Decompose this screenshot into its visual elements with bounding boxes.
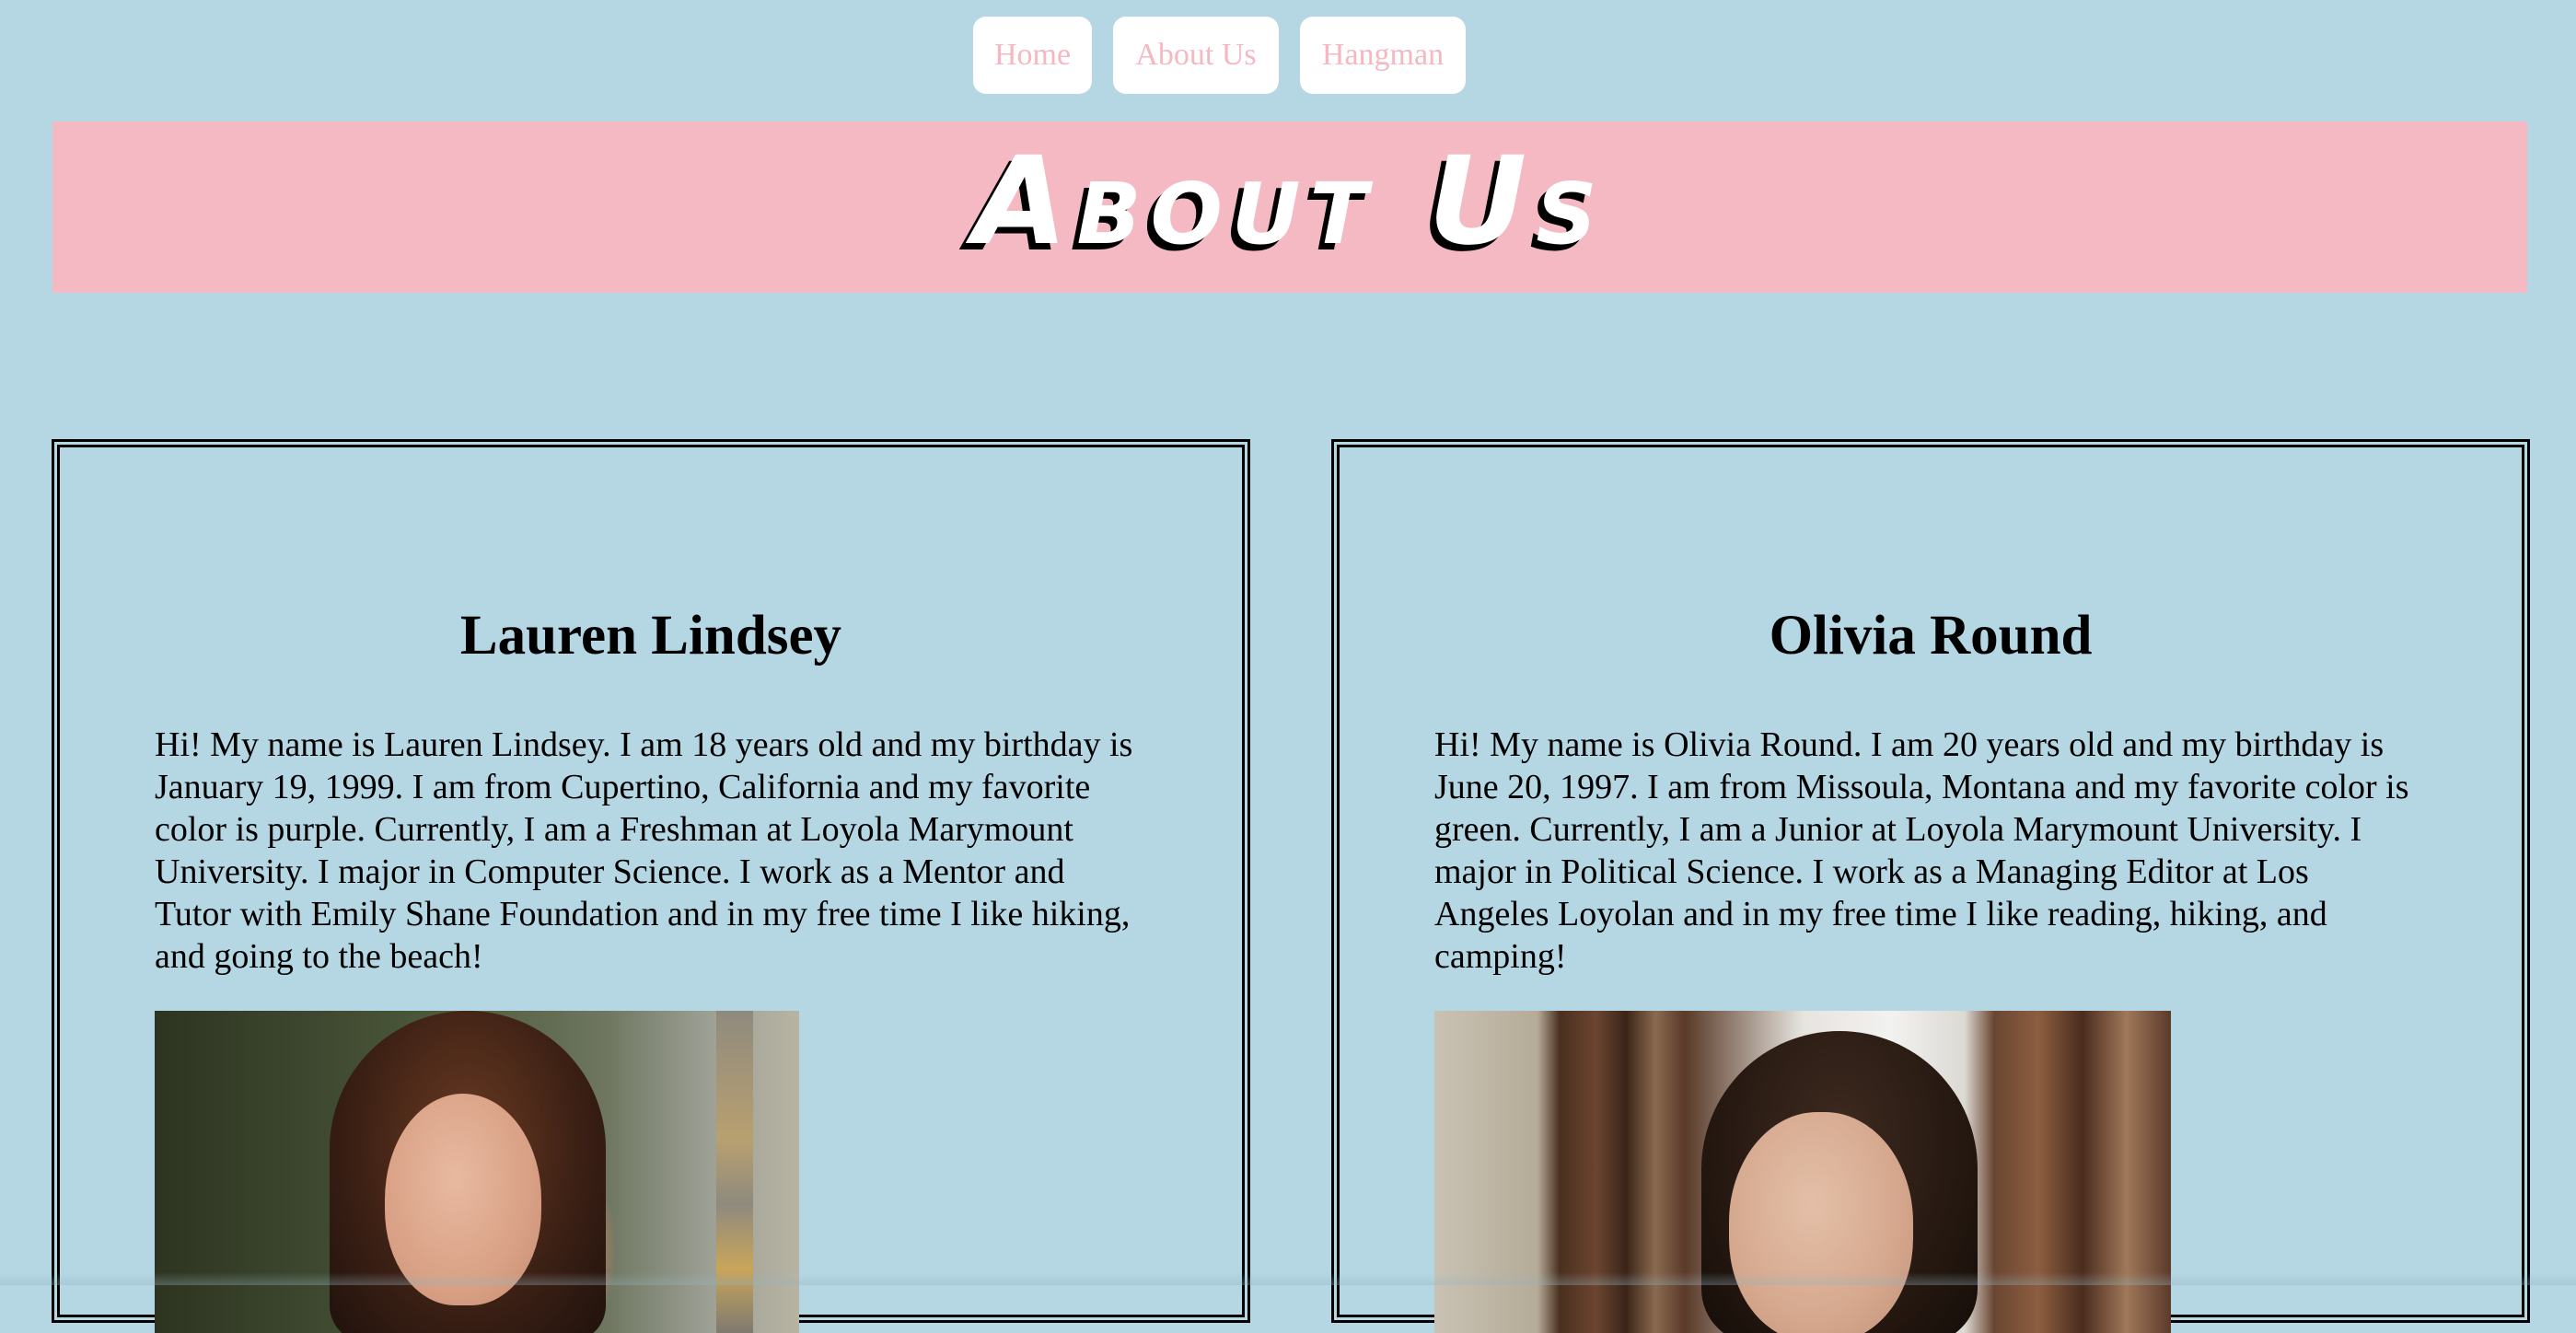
top-nav: Home About Us Hangman <box>973 17 1466 94</box>
profile-name: Olivia Round <box>1769 605 2093 666</box>
profile-card-lauren: Lauren Lindsey Hi! My name is Lauren Lin… <box>52 439 1250 1333</box>
header-banner: About Us <box>52 122 2527 293</box>
profile-name: Lauren Lindsey <box>459 605 842 666</box>
profile-bio: Hi! My name is Lauren Lindsey. I am 18 y… <box>155 725 1133 976</box>
home-button[interactable]: Home <box>973 17 1092 94</box>
photo-face-shape <box>385 1094 541 1305</box>
page-title: About Us <box>973 131 1607 272</box>
photo-face-shape <box>1729 1112 1913 1333</box>
profile-card-olivia: Olivia Round Hi! My name is Olivia Round… <box>1331 439 2530 1333</box>
page: { "nav": { "home_label": "Home", "about_… <box>0 0 2576 1333</box>
profile-bio: Hi! My name is Olivia Round. I am 20 yea… <box>1434 725 2409 976</box>
hangman-button[interactable]: Hangman <box>1300 17 1466 94</box>
about-us-button[interactable]: About Us <box>1113 17 1279 94</box>
